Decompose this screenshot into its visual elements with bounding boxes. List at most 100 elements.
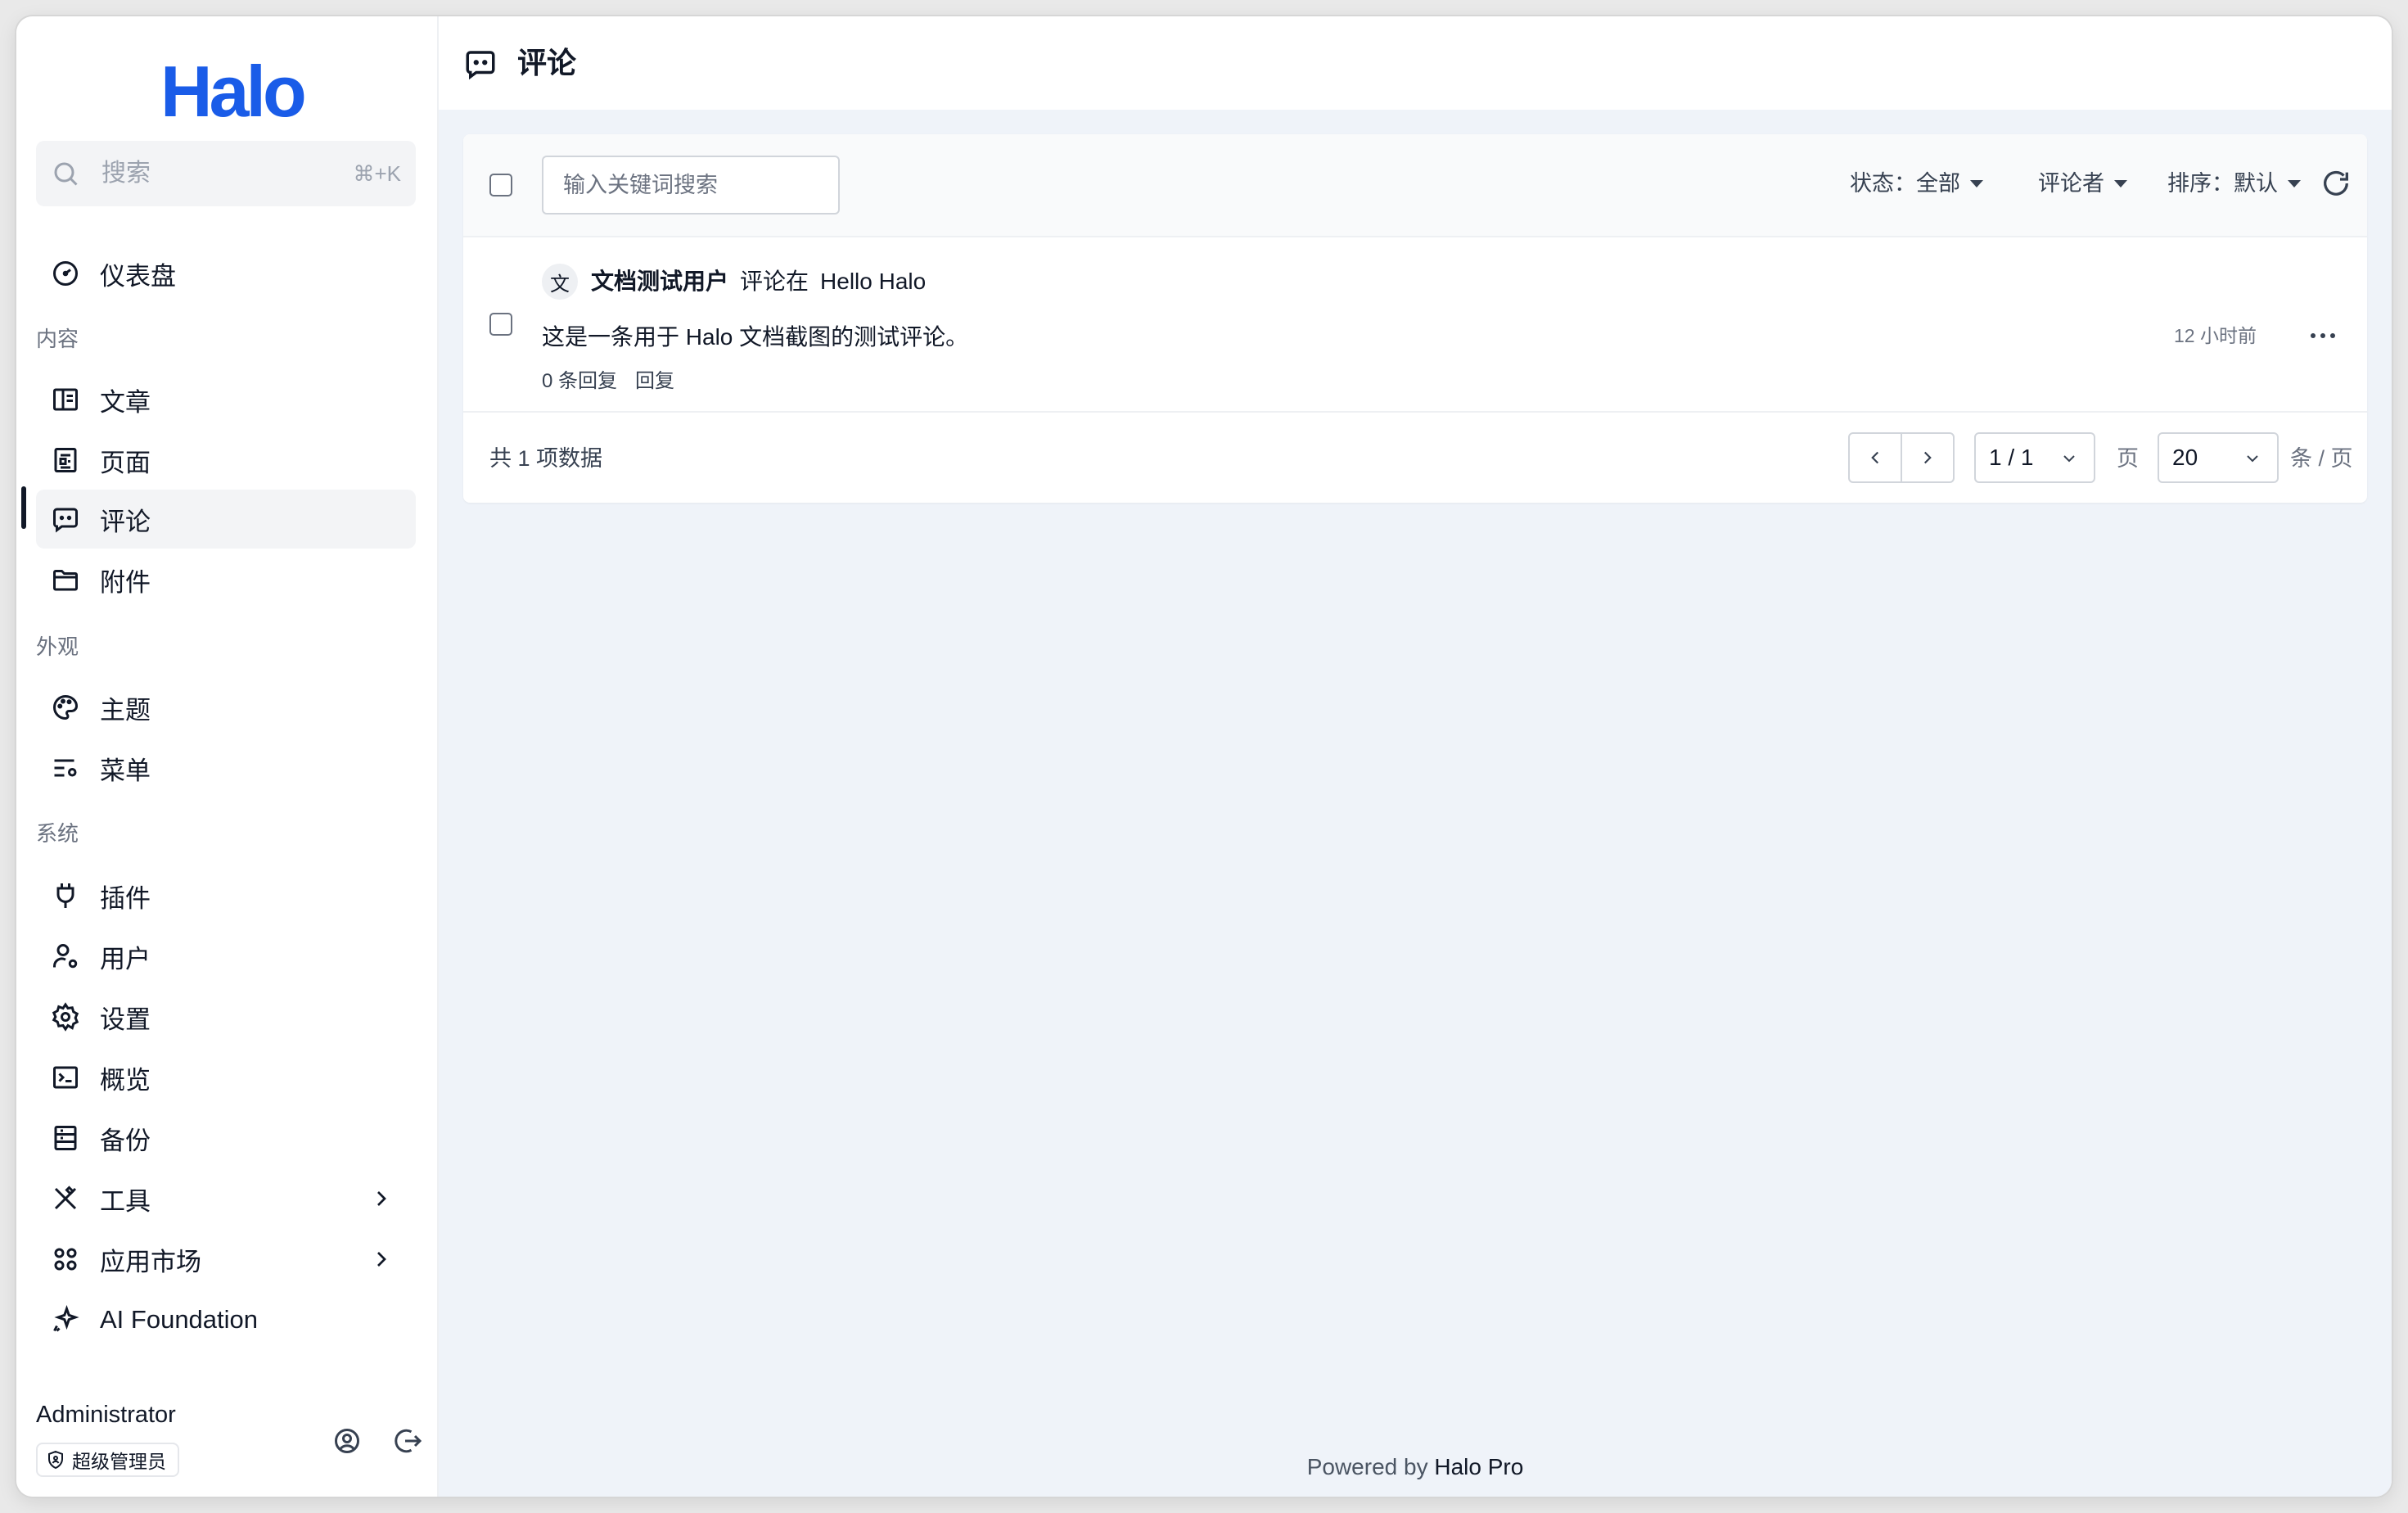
powered-by-brand[interactable]: Halo Pro	[1434, 1454, 1523, 1479]
powered-by: Powered by Halo Pro	[439, 1451, 2392, 1484]
comment-icon	[49, 503, 82, 535]
sidebar-item-backup[interactable]: 备份	[36, 1109, 416, 1167]
sidebar: Halo 搜索 ⌘+K 仪表盘 内容 文章 页面 评论 附件 外观 主题 菜单 …	[16, 16, 439, 1497]
status-filter[interactable]: 状态：全部	[1850, 167, 1983, 200]
caret-down-icon	[2288, 179, 2301, 187]
comment-time: 12 小时前	[2174, 325, 2257, 346]
pagination-bar: 共 1 项数据 1 / 1 页 20 条 / 页	[463, 413, 2367, 503]
database-icon	[49, 1122, 82, 1154]
search-placeholder: 搜索	[101, 160, 151, 187]
comment-content: 这是一条用于 Halo 文档截图的测试评论。	[542, 324, 969, 350]
search-box[interactable]: 搜索 ⌘+K	[36, 141, 416, 206]
sidebar-item-settings[interactable]: 设置	[36, 987, 416, 1046]
sidebar-item-label: 页面	[100, 448, 151, 477]
profile-button[interactable]	[329, 1423, 365, 1459]
main-area: 评论 状态：全部 评论者 排序：默认 文	[439, 16, 2392, 1497]
sidebar-item-themes[interactable]: 主题	[36, 678, 416, 737]
page-select[interactable]: 1 / 1	[1974, 432, 2095, 483]
sidebar-item-label: 文章	[100, 387, 151, 417]
sidebar-item-label: 评论	[100, 507, 151, 536]
shield-icon	[48, 1450, 63, 1470]
comments-card: 状态：全部 评论者 排序：默认 文 文档测试用户评论在 Hello Halo 这是…	[463, 134, 2367, 503]
sidebar-item-pages[interactable]: 页面	[36, 431, 416, 490]
book-icon	[49, 383, 82, 416]
sort-filter-label: 排序：默认	[2167, 171, 2278, 196]
sidebar-item-attachments[interactable]: 附件	[36, 550, 416, 609]
comment-post-link[interactable]: Hello Halo	[820, 269, 926, 294]
halo-logo[interactable]: Halo	[160, 51, 324, 133]
apps-icon	[49, 1243, 82, 1276]
search-shortcut: ⌘+K	[353, 161, 401, 186]
sort-filter[interactable]: 排序：默认	[2167, 167, 2301, 200]
page-title: 评论	[517, 46, 577, 79]
reply-count[interactable]: 0 条回复	[542, 368, 617, 395]
comment-row: 文 文档测试用户 评论在 Hello Halo 这是一条用于 Halo 文档截图的测…	[463, 237, 2367, 413]
section-label-system: 系统	[36, 821, 79, 846]
sidebar-item-label: 主题	[100, 695, 151, 725]
more-actions-button[interactable]	[2303, 319, 2343, 352]
gear-icon	[49, 1000, 82, 1033]
sidebar-item-users[interactable]: 用户	[36, 927, 416, 986]
avatar: 文	[542, 264, 578, 300]
terminal-icon	[49, 1061, 82, 1094]
comment-icon	[466, 51, 495, 80]
prev-page-button[interactable]	[1848, 432, 1902, 483]
role-label: 超级管理员	[72, 1451, 166, 1472]
status-filter-label: 状态：全部	[1850, 171, 1960, 196]
user-name: Administrator	[36, 1402, 176, 1428]
tools-icon	[49, 1182, 82, 1215]
sidebar-item-plugins[interactable]: 插件	[36, 866, 416, 925]
page-size-select[interactable]: 20	[2158, 432, 2279, 483]
sidebar-item-label: AI Foundation	[100, 1305, 259, 1334]
sidebar-item-overview[interactable]: 概览	[36, 1048, 416, 1107]
menu-settings-icon	[49, 752, 82, 784]
page-select-value: 1 / 1	[1989, 445, 2034, 470]
sidebar-item-menus[interactable]: 菜单	[36, 738, 416, 797]
sidebar-item-label: 仪表盘	[100, 261, 176, 291]
sidebar-item-label: 设置	[100, 1005, 151, 1034]
commenter-filter[interactable]: 评论者	[2038, 167, 2127, 200]
select-all-checkbox[interactable]	[489, 174, 512, 196]
active-indicator	[21, 486, 26, 529]
chevron-down-icon	[2063, 455, 2075, 463]
sidebar-item-label: 概览	[100, 1065, 151, 1095]
sidebar-item-label: 用户	[100, 944, 151, 973]
folder-icon	[49, 563, 82, 596]
chevron-right-icon	[377, 1191, 386, 1206]
user-circle-icon	[335, 1429, 359, 1453]
caret-down-icon	[2114, 179, 2127, 187]
keyword-search-input[interactable]	[542, 156, 840, 215]
sidebar-item-label: 菜单	[100, 756, 151, 785]
page-unit-label: 页	[2117, 446, 2139, 471]
sidebar-item-posts[interactable]: 文章	[36, 370, 416, 429]
page-header: 评论	[439, 16, 2392, 110]
sidebar-item-label: 备份	[100, 1126, 151, 1155]
next-page-button[interactable]	[1901, 432, 1955, 483]
comment-meta: 文档测试用户 评论在 Hello Halo	[591, 265, 926, 298]
role-badge: 超级管理员	[36, 1443, 179, 1477]
page-size-unit-label: 条 / 页	[2290, 446, 2353, 471]
sidebar-item-dashboard[interactable]: 仪表盘	[36, 244, 416, 303]
refresh-icon[interactable]	[2320, 167, 2352, 200]
sidebar-item-label: 工具	[100, 1186, 151, 1216]
user-settings-icon	[49, 940, 82, 973]
search-icon	[54, 162, 78, 186]
chevron-right-icon	[377, 1252, 386, 1267]
sidebar-item-tools[interactable]: 工具	[36, 1169, 416, 1228]
sidebar-item-app-market[interactable]: 应用市场	[36, 1230, 416, 1289]
logout-button[interactable]	[390, 1423, 426, 1459]
list-toolbar: 状态：全部 评论者 排序：默认	[463, 134, 2367, 237]
app-window: Halo 搜索 ⌘+K 仪表盘 内容 文章 页面 评论 附件 外观 主题 菜单 …	[16, 16, 2392, 1497]
page-size-value: 20	[2172, 445, 2198, 470]
sidebar-item-ai-foundation[interactable]: AI Foundation	[36, 1290, 416, 1349]
caret-down-icon	[1970, 179, 1983, 187]
plug-icon	[49, 879, 82, 912]
comment-action: 评论在	[740, 269, 809, 294]
commenter-filter-label: 评论者	[2038, 171, 2104, 196]
row-checkbox[interactable]	[489, 313, 512, 336]
logout-icon	[395, 1429, 422, 1453]
reply-button[interactable]: 回复	[635, 368, 674, 395]
chevron-right-icon	[1923, 451, 1932, 464]
powered-by-prefix: Powered by	[1306, 1454, 1428, 1479]
sidebar-item-comments[interactable]: 评论	[36, 490, 416, 549]
